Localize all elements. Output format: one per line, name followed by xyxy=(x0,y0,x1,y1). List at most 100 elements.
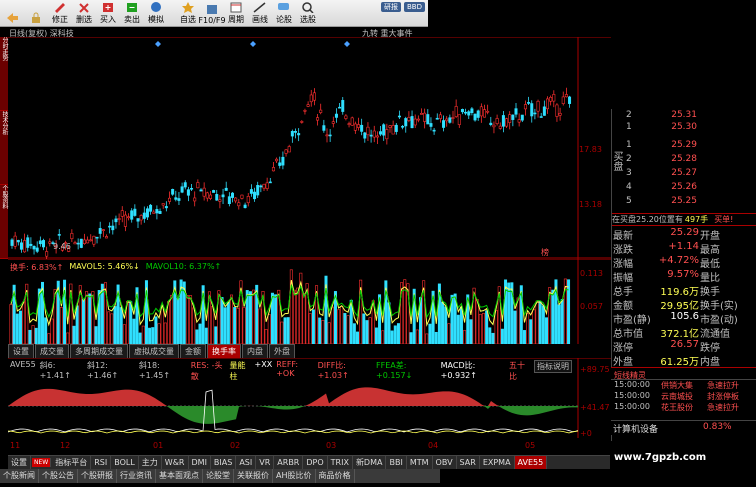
volume-tab-5[interactable]: 换手率 xyxy=(207,344,241,358)
toolbar-button-add-self[interactable]: 自选 xyxy=(176,0,200,27)
indicator-tab-3[interactable]: RSI xyxy=(91,456,112,469)
event-diamond-icon[interactable] xyxy=(250,41,256,47)
volume-legend-item: MAVOL5: 5.46%↓ xyxy=(69,262,140,271)
volume-tab-0[interactable]: 设置 xyxy=(8,344,34,358)
bbd-button[interactable]: BBD xyxy=(404,2,425,12)
toolbar-button-period[interactable]: 周期 xyxy=(224,0,248,27)
indicator-tab-4[interactable]: BOLL xyxy=(111,456,139,469)
toolbar-button-delete[interactable]: 删选 xyxy=(72,0,96,27)
volume-tab-6[interactable]: 内盘 xyxy=(242,344,268,358)
toolbar-button-sell[interactable]: 卖出 xyxy=(120,0,144,27)
info-tab-7[interactable]: AH股比价 xyxy=(273,469,316,483)
volume-tab-7[interactable]: 外盘 xyxy=(269,344,295,358)
indicator-tab-11[interactable]: ARBR xyxy=(274,456,304,469)
info-tab-4[interactable]: 基本面观点 xyxy=(156,469,203,483)
volume-legend-item: 换手: 6.83%↑ xyxy=(10,263,64,272)
indicator-tab-1[interactable]: NEW xyxy=(32,458,52,467)
indicator-tab-12[interactable]: DPO xyxy=(303,456,328,469)
draw-line-icon xyxy=(253,2,266,13)
indicator-tab-5[interactable]: 主力 xyxy=(139,456,162,469)
volume-bar xyxy=(368,317,372,344)
info-tab-2[interactable]: 个股研报 xyxy=(78,469,117,483)
volume-bar xyxy=(374,327,378,344)
info-tab-3[interactable]: 行业资讯 xyxy=(117,469,156,483)
volume-tab-1[interactable]: 成交量 xyxy=(35,344,69,358)
elf-event-row[interactable]: 15:00:00 供销大集 急速拉升 xyxy=(611,380,756,391)
toolbar-button-lock[interactable] xyxy=(24,0,48,27)
buy-level-row[interactable]: 2 25.28 xyxy=(612,154,756,166)
buy-level-row[interactable]: 1 25.29 xyxy=(612,140,756,152)
toolbar-button-f10[interactable]: F10/F9 xyxy=(198,0,226,27)
toolbar-button-edit[interactable]: 修正 xyxy=(48,0,72,27)
toolbar-button-draw-line[interactable]: 画线 xyxy=(248,0,272,27)
indicator-tab-15[interactable]: BBI xyxy=(386,456,407,469)
indicator-tab-2[interactable]: 指标平台 xyxy=(52,456,92,469)
indicator-tab-17[interactable]: OBV xyxy=(433,456,457,469)
info-tab-0[interactable]: 个股新闻 xyxy=(0,469,39,483)
research-button[interactable]: 研报 xyxy=(381,2,401,12)
candle-body xyxy=(293,131,297,133)
event-marker[interactable]: 榜 xyxy=(541,247,549,257)
candle-body xyxy=(552,94,556,102)
event-diamond-icon[interactable] xyxy=(344,41,350,47)
volume-bar xyxy=(50,318,54,344)
candle-body xyxy=(309,94,313,103)
indicator-tab-16[interactable]: MTM xyxy=(407,456,433,469)
info-tab-1[interactable]: 个股公告 xyxy=(39,469,78,483)
indicator-tab-13[interactable]: TRIX xyxy=(328,456,353,469)
info-tab-6[interactable]: 关联报价 xyxy=(234,469,273,483)
indicator-legend-item: 斜18: +1.45↑ xyxy=(138,361,171,380)
sell-level-row[interactable]: 1 25.30 xyxy=(612,122,756,134)
toolbar-button-simulate[interactable]: 模拟 xyxy=(144,0,168,27)
buy-level-row[interactable]: 5 25.25 xyxy=(612,196,756,208)
kline-chart[interactable]: 17.83 13.18 9.46 榜 xyxy=(8,37,611,259)
elf-event-row[interactable]: 15:00:00 云南城投 封涨停板 xyxy=(611,391,756,402)
simulate-icon xyxy=(151,2,161,12)
candle-body xyxy=(423,112,427,122)
volume-tab-4[interactable]: 金额 xyxy=(180,344,206,358)
elf-event-row[interactable]: 15:00:00 花王股份 急速拉升 xyxy=(611,402,756,413)
candle-body xyxy=(70,233,74,240)
candle-body xyxy=(92,235,96,245)
volume-bar xyxy=(390,330,394,344)
indicator-tab-7[interactable]: DMI xyxy=(189,456,211,469)
rail-item-1[interactable]: 技术分析 xyxy=(0,111,8,185)
buy-level-row[interactable]: 4 25.26 xyxy=(612,182,756,194)
indicator-tab-19[interactable]: EXPMA xyxy=(480,456,515,469)
candle-body xyxy=(161,203,165,206)
indicator-tab-8[interactable]: BIAS xyxy=(211,456,237,469)
indicator-help-button[interactable]: 指标说明 xyxy=(534,360,572,373)
volume-tab-2[interactable]: 多周期成交量 xyxy=(70,344,128,358)
buy-level-row[interactable]: 3 25.27 xyxy=(612,168,756,180)
info-tab-8[interactable]: 商品价格 xyxy=(316,469,355,483)
volume-bar xyxy=(119,307,123,344)
indicator-tab-6[interactable]: W&R xyxy=(162,456,189,469)
quote-row: 涨停 26.57 跌停 xyxy=(612,339,756,354)
rail-item-0[interactable]: 分时走势 xyxy=(0,37,8,111)
indicator-tab-14[interactable]: 新DMA xyxy=(353,456,387,469)
volume-bar xyxy=(428,323,432,344)
candle-body xyxy=(486,110,490,113)
candle-body xyxy=(196,182,200,189)
indicator-positive-area xyxy=(8,387,578,406)
indicator-tab-20[interactable]: AVE55 xyxy=(514,456,548,469)
toolbar-button-back-arrow[interactable] xyxy=(0,0,24,27)
delete-icon xyxy=(79,3,89,13)
toolbar-button-buy[interactable]: 买入 xyxy=(96,0,120,27)
candle-body xyxy=(82,239,86,244)
toolbar-button-forum[interactable]: 论股 xyxy=(272,0,296,27)
quote-key: 涨停 xyxy=(613,343,633,354)
indicator-tab-9[interactable]: ASI xyxy=(236,456,257,469)
sell-level-row[interactable]: 2 25.31 xyxy=(612,110,756,122)
sector-bar[interactable]: 计算机设备 0.83% xyxy=(611,420,756,435)
quote-key: 外盘 xyxy=(613,357,633,368)
indicator-tab-18[interactable]: SAR xyxy=(457,456,480,469)
indicator-tab-0[interactable]: 设置 xyxy=(8,456,31,469)
rail-item-2[interactable]: 个股资料 xyxy=(0,185,8,259)
indicator-tab-10[interactable]: VR xyxy=(256,456,275,469)
candle-body xyxy=(353,123,357,131)
volume-tab-3[interactable]: 虚拟成交量 xyxy=(129,344,179,358)
info-tab-5[interactable]: 论股堂 xyxy=(203,469,234,483)
event-diamond-icon[interactable] xyxy=(155,41,161,47)
toolbar-button-select-stock[interactable]: 选股 xyxy=(296,0,320,27)
